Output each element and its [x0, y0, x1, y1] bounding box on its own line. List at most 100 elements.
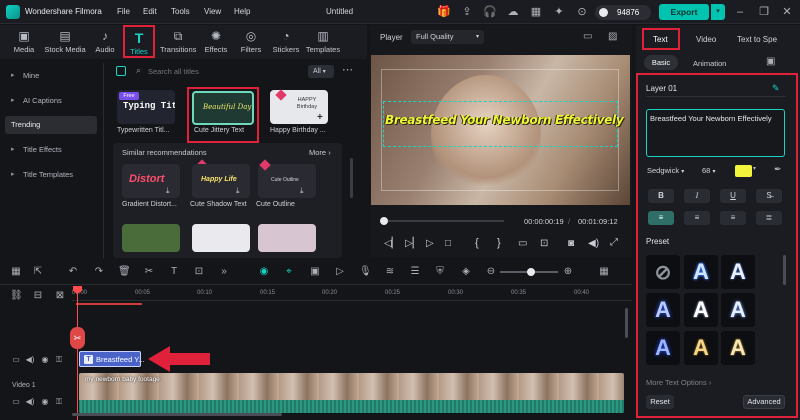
- align-left-icon[interactable]: ≡: [648, 211, 674, 225]
- credits-badge[interactable]: 94876: [595, 5, 651, 20]
- monitor-icon[interactable]: ▭: [518, 238, 527, 249]
- menu-file[interactable]: File: [117, 7, 130, 16]
- keyframe-icon[interactable]: ✎: [772, 83, 780, 94]
- timeline-vscrollbar[interactable]: [625, 308, 628, 338]
- menu-help[interactable]: Help: [234, 7, 250, 16]
- track-audio-icon[interactable]: ◀): [24, 354, 36, 366]
- volume-icon[interactable]: ◀): [588, 238, 599, 249]
- download-icon[interactable]: ⤓: [300, 186, 304, 196]
- timeline-scrollbar[interactable]: [72, 413, 282, 416]
- magnet-icon[interactable]: ⊠: [54, 290, 66, 302]
- title-clip[interactable]: T Breastfeed Y...: [79, 351, 145, 367]
- mark-in-icon[interactable]: {: [475, 237, 479, 249]
- more-tools-icon[interactable]: »: [218, 266, 230, 278]
- scene-detect-icon[interactable]: ▣: [309, 266, 321, 278]
- tab-text-to-speech[interactable]: Text to Spe: [737, 35, 777, 44]
- more-link[interactable]: More ›: [309, 148, 331, 157]
- title-card-row3-c[interactable]: [258, 224, 316, 252]
- mark-out-icon[interactable]: }: [497, 237, 501, 249]
- link-icon[interactable]: ⊟: [32, 290, 44, 302]
- folder-icon[interactable]: [116, 66, 126, 76]
- tab-filters[interactable]: ◎ Filters: [238, 25, 264, 59]
- download-icon[interactable]: ⤓: [166, 186, 170, 196]
- tab-text[interactable]: Text: [653, 35, 668, 44]
- camera-icon[interactable]: ◙: [568, 238, 574, 249]
- menu-tools[interactable]: Tools: [171, 7, 190, 16]
- zoom-slider-knob[interactable]: [527, 268, 535, 276]
- tab-video[interactable]: Video: [696, 35, 716, 44]
- more-icon[interactable]: ⋯: [342, 63, 353, 76]
- font-size-select[interactable]: 68 ▾: [702, 164, 730, 178]
- play-icon[interactable]: ▷: [426, 238, 434, 249]
- cloud-upload-icon[interactable]: ☁: [506, 5, 520, 19]
- title-card-gradient-distort[interactable]: Distort: [122, 164, 180, 198]
- nav-title-templates[interactable]: ▸ Title Templates: [5, 166, 97, 184]
- mic-icon[interactable]: 🎙: [359, 266, 372, 278]
- fullscreen-icon[interactable]: ⤢: [610, 237, 618, 248]
- share-icon[interactable]: ⇪: [460, 5, 474, 19]
- save-preset-icon[interactable]: ▣: [766, 56, 775, 67]
- ai-mate-icon[interactable]: ◉: [258, 266, 270, 278]
- playback-progress-track[interactable]: [384, 220, 504, 222]
- marker-icon[interactable]: ◈: [460, 266, 472, 278]
- grid-view-icon[interactable]: ▦: [598, 266, 610, 278]
- nav-trending[interactable]: Trending: [5, 116, 97, 134]
- add-track-icon[interactable]: ⛓: [10, 290, 23, 302]
- track-folder-icon[interactable]: ▭: [10, 396, 22, 408]
- shield-icon[interactable]: ⛨: [434, 266, 446, 278]
- preset-blue-glow[interactable]: A: [684, 255, 718, 289]
- title-card-cute-shadow[interactable]: Happy Life: [192, 164, 250, 198]
- tab-stock-media[interactable]: ▤ Stock Media: [43, 25, 87, 59]
- title-card-row3-b[interactable]: [192, 224, 250, 252]
- text-content-input[interactable]: Breastfeed Your Newborn Effectively: [646, 109, 785, 157]
- title-overlay-text[interactable]: Breastfeed Your Newborn Effectively: [385, 113, 624, 127]
- text-tool-icon[interactable]: T: [168, 266, 180, 278]
- underline-button[interactable]: U: [720, 189, 746, 203]
- quality-select[interactable]: Full Quality ▾: [411, 30, 484, 44]
- snapshot-image-icon[interactable]: ▨: [608, 31, 617, 42]
- nav-ai-captions[interactable]: ▸ AI Captions: [5, 92, 97, 110]
- tab-media[interactable]: ▣ Media: [10, 25, 38, 59]
- track-folder-icon[interactable]: ▭: [10, 354, 22, 366]
- export-button[interactable]: Export: [659, 4, 709, 20]
- grid-icon[interactable]: ▦: [529, 5, 543, 19]
- subtab-animation[interactable]: Animation: [693, 59, 726, 68]
- zoom-in-icon[interactable]: ⊕: [562, 266, 574, 278]
- list-icon[interactable]: ☰: [409, 266, 421, 278]
- tab-templates[interactable]: ▥ Templates: [305, 25, 341, 59]
- track-lock-icon[interactable]: ⚿: [53, 354, 65, 366]
- add-icon[interactable]: +: [317, 112, 323, 123]
- tab-effects[interactable]: ✺ Effects: [203, 25, 229, 59]
- display-settings-icon[interactable]: ▭: [583, 31, 592, 42]
- crop-icon[interactable]: ⊡: [193, 266, 205, 278]
- preset-white-blue[interactable]: A: [721, 255, 755, 289]
- zoom-out-icon[interactable]: ⊖: [485, 266, 497, 278]
- scrollbar[interactable]: [350, 158, 353, 198]
- close-icon[interactable]: ✕: [780, 5, 794, 19]
- subtab-basic[interactable]: Basic: [644, 55, 678, 70]
- user-icon[interactable]: ⊙: [575, 5, 589, 19]
- track-audio-icon[interactable]: ◀): [24, 396, 36, 408]
- tab-transitions[interactable]: ⧉ Transitions: [160, 25, 196, 59]
- redo-icon[interactable]: ↷: [93, 266, 105, 278]
- preset-deep-blue[interactable]: A: [646, 331, 680, 365]
- font-color-swatch[interactable]: [735, 165, 752, 177]
- bulb-icon[interactable]: ✦: [552, 5, 566, 19]
- nav-mine[interactable]: ▸ Mine: [5, 67, 97, 85]
- snap-icon[interactable]: ⌖: [283, 266, 295, 278]
- nav-title-effects[interactable]: ▸ Title Effects: [5, 141, 97, 159]
- render-icon[interactable]: ▷: [334, 266, 346, 278]
- export-dropdown-icon[interactable]: ▾: [711, 4, 725, 20]
- track-visibility-icon[interactable]: ◉: [39, 354, 51, 366]
- preset-gold[interactable]: A: [684, 331, 718, 365]
- reset-button[interactable]: Reset: [646, 395, 674, 409]
- more-text-options[interactable]: More Text Options ›: [646, 378, 711, 387]
- preset-white[interactable]: A: [684, 293, 718, 327]
- filter-select[interactable]: All ▾: [308, 65, 334, 78]
- align-center-icon[interactable]: ≡: [684, 211, 710, 225]
- title-card-typewritten[interactable]: Free Typing Title: [117, 90, 175, 124]
- title-card-cute-jittery[interactable]: Beautiful Day: [192, 91, 254, 125]
- eyedropper-icon[interactable]: ✒: [774, 164, 782, 175]
- download-icon[interactable]: ⤓: [236, 186, 240, 196]
- preset-none-icon[interactable]: ⊘: [646, 255, 680, 289]
